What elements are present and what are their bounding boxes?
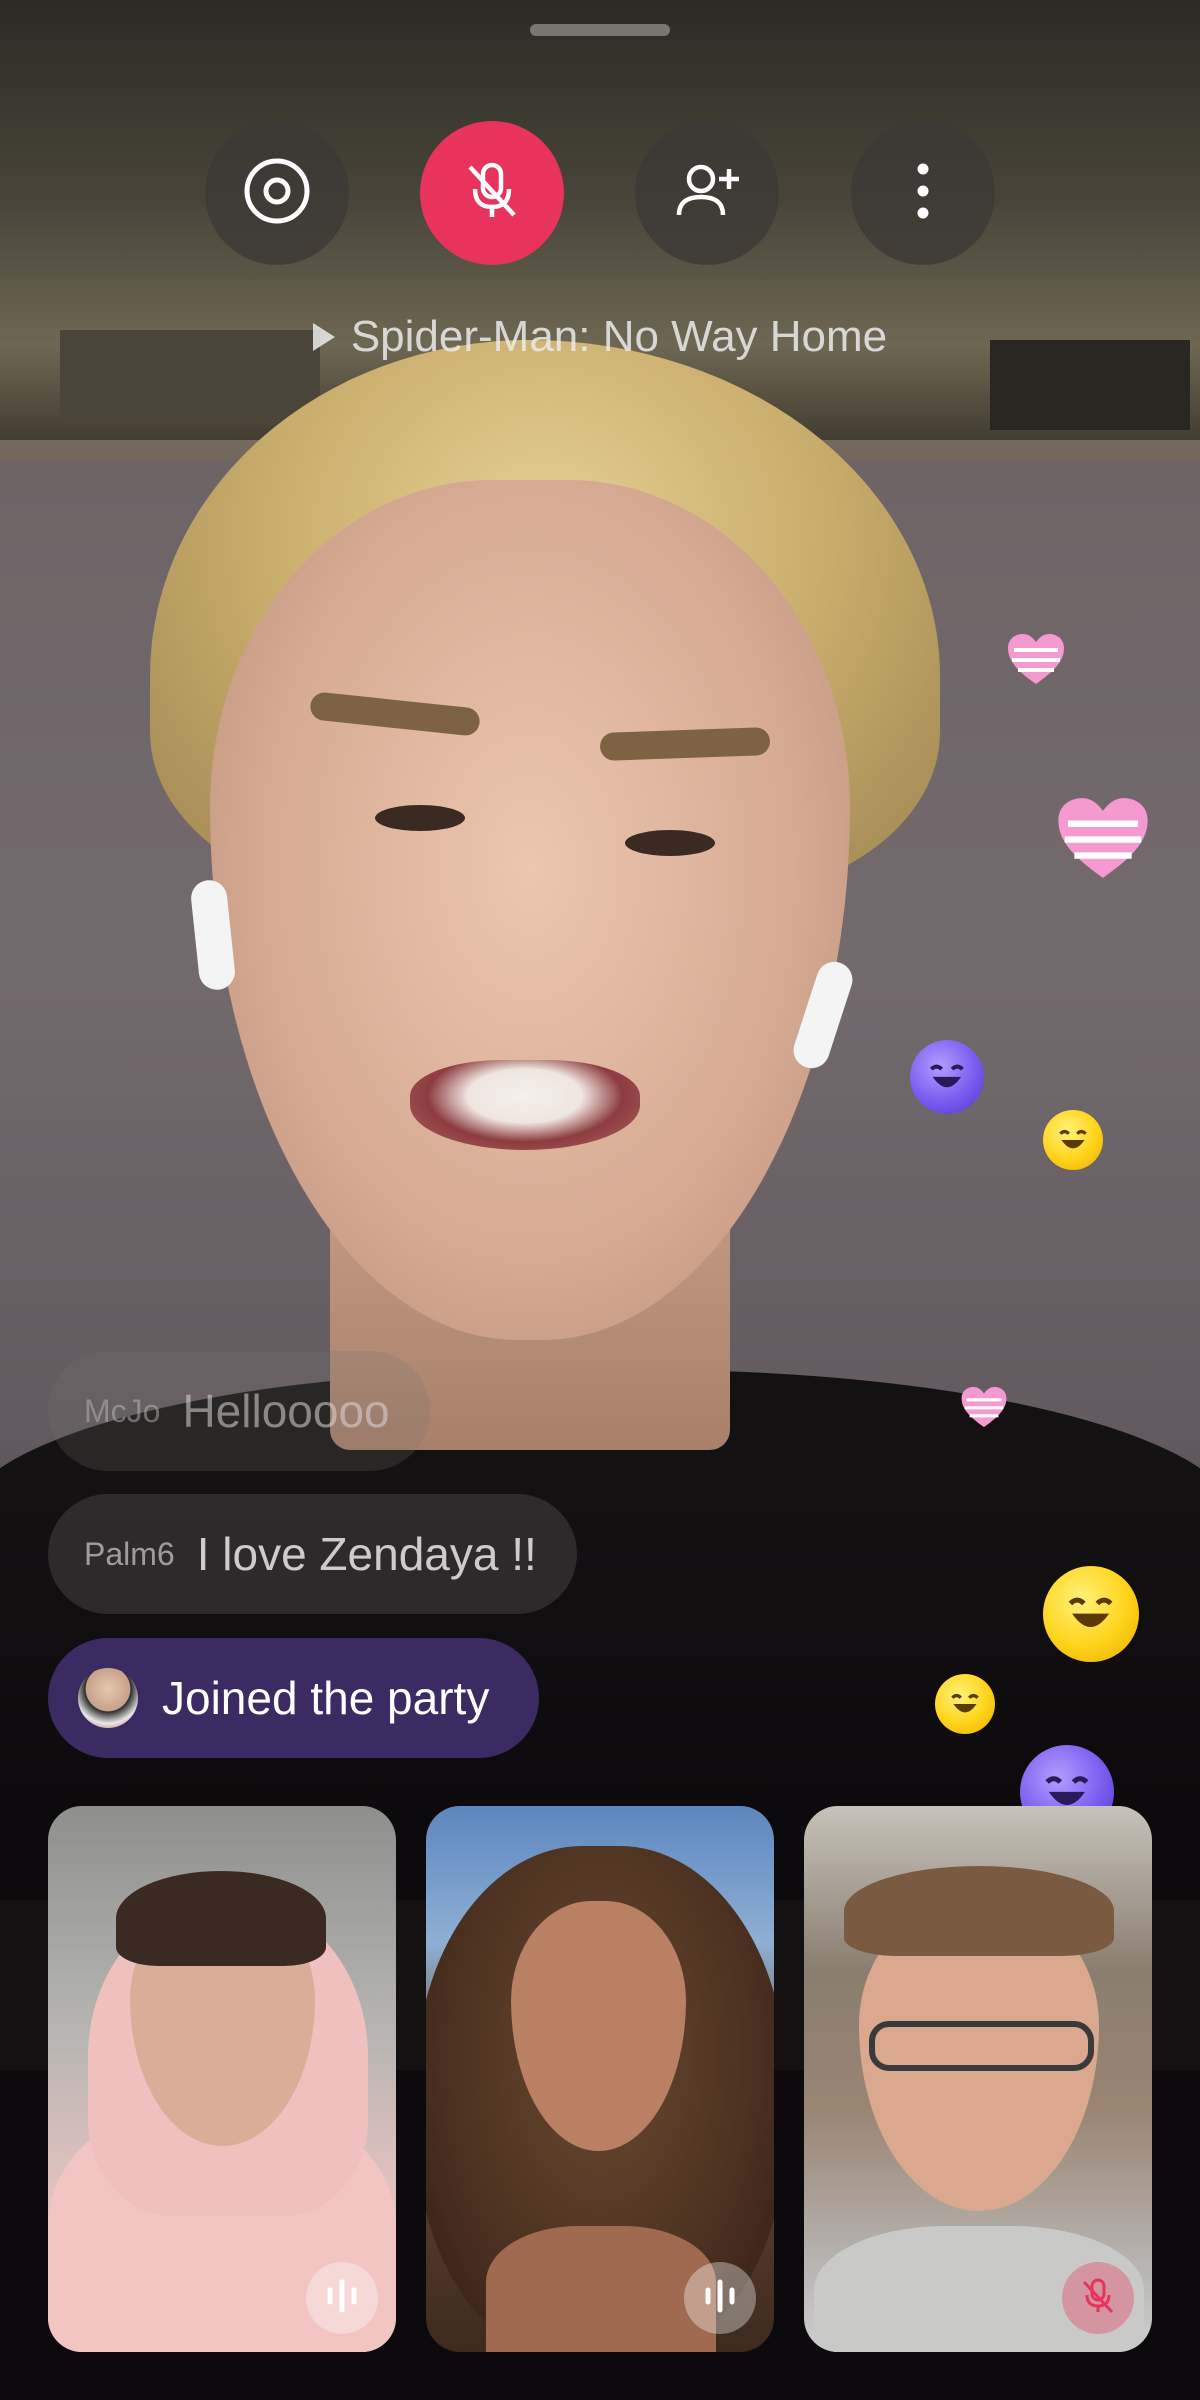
heart-icon [1055,795,1151,886]
chat-message: Palm6 I love Zendaya !! [48,1494,577,1614]
heart-icon [1006,632,1066,691]
muted-indicator [1062,2262,1134,2334]
speaking-indicator [306,2262,378,2334]
now-playing-title: Spider-Man: No Way Home [350,312,888,361]
glasses [869,2021,1094,2071]
add-person-button[interactable] [635,121,779,265]
heart-icon [960,1385,1008,1434]
laughing-face-icon [910,1040,984,1114]
eye [625,830,715,856]
audio-wave-icon [698,2274,742,2323]
now-playing-link[interactable]: Spider-Man: No Way Home [0,312,1200,362]
participant-body [486,2226,716,2352]
eye [375,805,465,831]
chat-username: Palm6 [84,1535,175,1572]
chat-message: McJo Hellooooo [48,1351,430,1471]
join-notice-text: Joined the party [162,1672,490,1724]
more-vertical-icon [887,155,959,232]
laughing-face-icon [1043,1110,1103,1170]
participant-hair [116,1871,326,1966]
sheet-grabber[interactable] [530,24,670,36]
participant-tile[interactable] [804,1806,1152,2352]
mic-off-icon [456,155,528,232]
record-icon [241,155,313,232]
chat-text: Hellooooo [182,1385,390,1437]
mic-off-icon [1076,2274,1120,2323]
avatar [78,1668,138,1728]
audio-wave-icon [320,2274,364,2323]
speaking-indicator [684,2262,756,2334]
participant-tile[interactable] [426,1806,774,2352]
add-person-icon [671,155,743,232]
chat-text: I love Zendaya !! [196,1528,537,1580]
mute-microphone-button[interactable] [420,121,564,265]
more-options-button[interactable] [851,121,995,265]
mouth [410,1060,640,1150]
play-icon [312,323,335,351]
join-notice: Joined the party [48,1638,540,1758]
record-button[interactable] [205,121,349,265]
participant-hair [844,1866,1114,1956]
laughing-face-icon [935,1674,995,1734]
eyebrow [599,727,771,761]
chat-username: McJo [84,1392,161,1429]
participant-tile[interactable] [48,1806,396,2352]
laughing-face-icon [1043,1566,1139,1662]
